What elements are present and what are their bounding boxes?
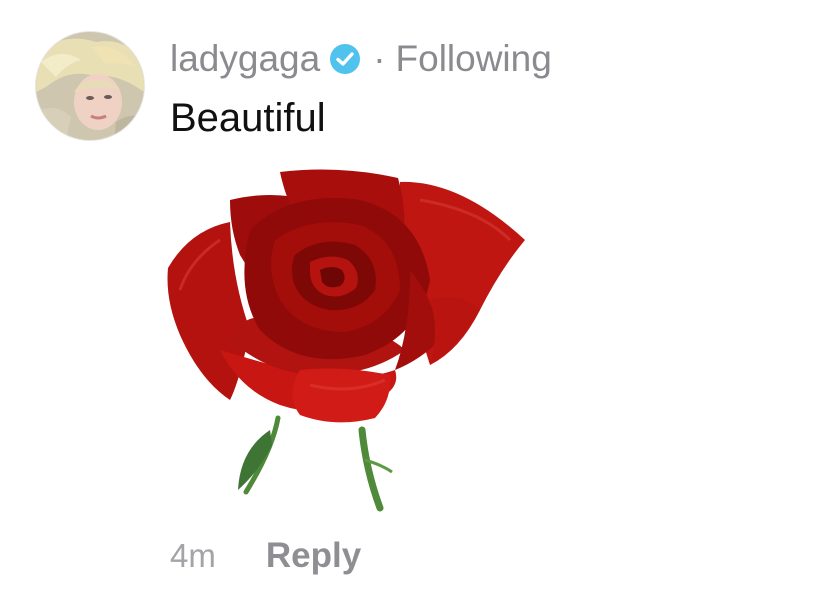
comment-header: ladygaga · Following — [170, 34, 552, 84]
reply-button[interactable]: Reply — [266, 536, 361, 576]
comment-text: Beautiful — [170, 96, 326, 140]
separator-dot: · — [373, 38, 386, 79]
username-link[interactable]: ladygaga — [170, 38, 320, 80]
timestamp: 4m — [170, 537, 216, 574]
comment-footer: 4m Reply — [170, 536, 361, 576]
rose-image — [167, 169, 525, 512]
avatar-image — [36, 32, 144, 140]
verified-badge-icon — [329, 43, 361, 75]
following-button[interactable]: Following — [396, 38, 552, 80]
red-rose-sticker[interactable] — [160, 160, 540, 520]
avatar[interactable] — [36, 32, 144, 140]
comment-item: ladygaga · Following Beautiful 4m Reply — [0, 0, 832, 603]
